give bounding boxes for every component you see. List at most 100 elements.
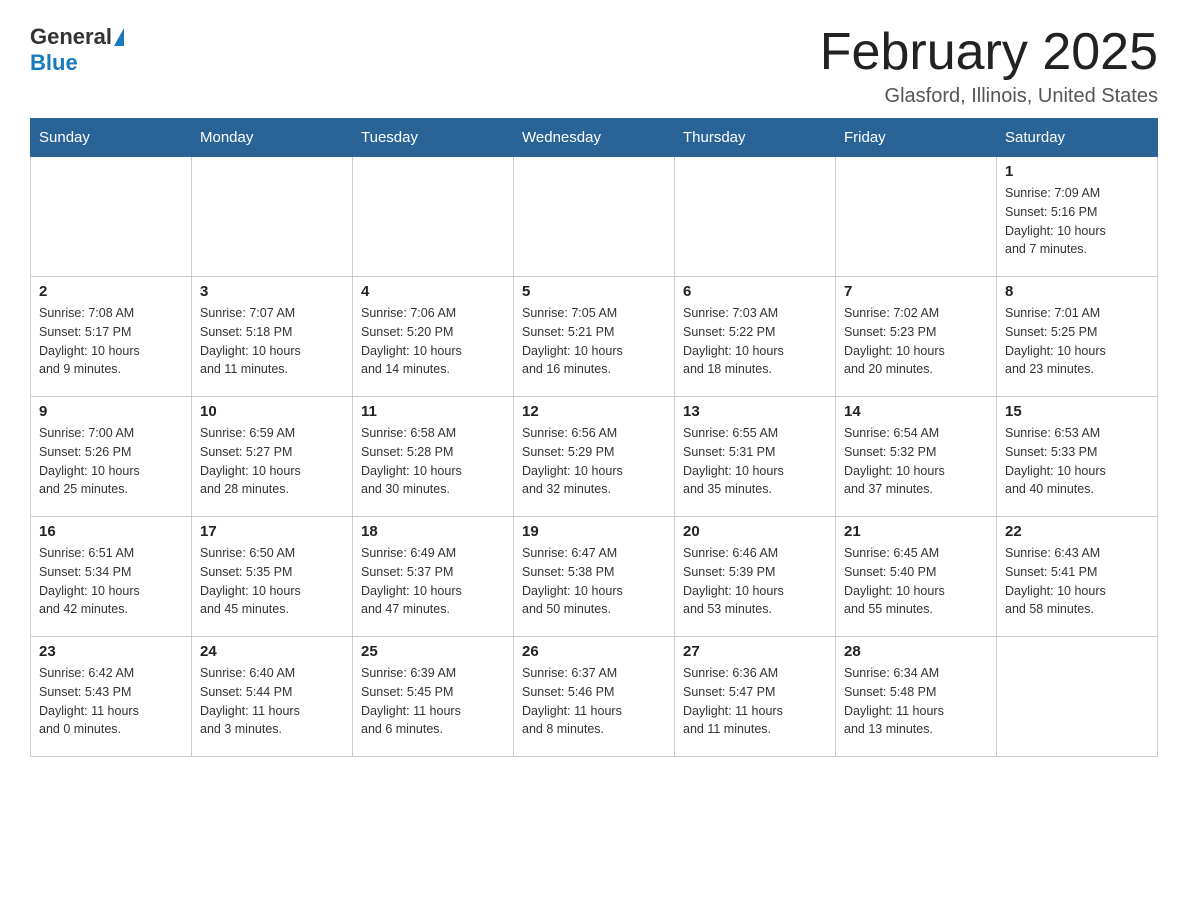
- calendar-cell: 26 Sunrise: 6:37 AM Sunset: 5:46 PM Dayli…: [514, 637, 675, 757]
- day-info: Sunrise: 6:45 AM Sunset: 5:40 PM Dayligh…: [844, 544, 988, 619]
- day-info: Sunrise: 7:00 AM Sunset: 5:26 PM Dayligh…: [39, 424, 183, 499]
- day-info: Sunrise: 6:53 AM Sunset: 5:33 PM Dayligh…: [1005, 424, 1149, 499]
- calendar-cell: 4 Sunrise: 7:06 AM Sunset: 5:20 PM Daylig…: [353, 277, 514, 397]
- day-header-sunday: Sunday: [31, 119, 192, 157]
- calendar-cell: 6 Sunrise: 7:03 AM Sunset: 5:22 PM Daylig…: [675, 277, 836, 397]
- calendar-cell: 24 Sunrise: 6:40 AM Sunset: 5:44 PM Dayli…: [192, 637, 353, 757]
- day-number: 26: [522, 643, 666, 660]
- day-info: Sunrise: 6:49 AM Sunset: 5:37 PM Dayligh…: [361, 544, 505, 619]
- calendar-cell: 5 Sunrise: 7:05 AM Sunset: 5:21 PM Daylig…: [514, 277, 675, 397]
- calendar-cell: 13 Sunrise: 6:55 AM Sunset: 5:31 PM Dayli…: [675, 397, 836, 517]
- week-row-3: 9 Sunrise: 7:00 AM Sunset: 5:26 PM Daylig…: [31, 397, 1158, 517]
- day-number: 27: [683, 643, 827, 660]
- calendar-cell: [353, 157, 514, 277]
- day-number: 19: [522, 523, 666, 540]
- calendar-cell: 8Sunrise: 7:01 AM Sunset: 5:25 PM Daylig…: [997, 277, 1158, 397]
- calendar-cell: 16 Sunrise: 6:51 AM Sunset: 5:34 PM Dayli…: [31, 517, 192, 637]
- day-number: 7: [844, 283, 988, 300]
- day-info: Sunrise: 7:07 AM Sunset: 5:18 PM Dayligh…: [200, 304, 344, 379]
- calendar-cell: [997, 637, 1158, 757]
- day-info: Sunrise: 6:42 AM Sunset: 5:43 PM Dayligh…: [39, 664, 183, 739]
- calendar-table: SundayMondayTuesdayWednesdayThursdayFrid…: [30, 118, 1158, 757]
- day-number: 20: [683, 523, 827, 540]
- day-number: 22: [1005, 523, 1149, 540]
- day-info: Sunrise: 6:51 AM Sunset: 5:34 PM Dayligh…: [39, 544, 183, 619]
- calendar-cell: 19Sunrise: 6:47 AM Sunset: 5:38 PM Dayli…: [514, 517, 675, 637]
- calendar-cell: 7 Sunrise: 7:02 AM Sunset: 5:23 PM Daylig…: [836, 277, 997, 397]
- calendar-cell: [514, 157, 675, 277]
- day-info: Sunrise: 6:58 AM Sunset: 5:28 PM Dayligh…: [361, 424, 505, 499]
- day-info: Sunrise: 6:55 AM Sunset: 5:31 PM Dayligh…: [683, 424, 827, 499]
- day-info: Sunrise: 7:06 AM Sunset: 5:20 PM Dayligh…: [361, 304, 505, 379]
- calendar-cell: 11 Sunrise: 6:58 AM Sunset: 5:28 PM Dayli…: [353, 397, 514, 517]
- calendar-cell: 28 Sunrise: 6:34 AM Sunset: 5:48 PM Dayli…: [836, 637, 997, 757]
- calendar-cell: 1 Sunrise: 7:09 AM Sunset: 5:16 PM Daylig…: [997, 157, 1158, 277]
- day-header-saturday: Saturday: [997, 119, 1158, 157]
- day-number: 6: [683, 283, 827, 300]
- day-info: Sunrise: 7:02 AM Sunset: 5:23 PM Dayligh…: [844, 304, 988, 379]
- logo-blue-text: Blue: [30, 50, 78, 76]
- day-number: 13: [683, 403, 827, 420]
- day-number: 10: [200, 403, 344, 420]
- calendar-cell: 17Sunrise: 6:50 AM Sunset: 5:35 PM Dayli…: [192, 517, 353, 637]
- calendar-header-row: SundayMondayTuesdayWednesdayThursdayFrid…: [31, 119, 1158, 157]
- day-info: Sunrise: 6:36 AM Sunset: 5:47 PM Dayligh…: [683, 664, 827, 739]
- day-number: 11: [361, 403, 505, 420]
- week-row-5: 23Sunrise: 6:42 AM Sunset: 5:43 PM Dayli…: [31, 637, 1158, 757]
- day-number: 28: [844, 643, 988, 660]
- day-number: 8: [1005, 283, 1149, 300]
- day-info: Sunrise: 7:03 AM Sunset: 5:22 PM Dayligh…: [683, 304, 827, 379]
- day-number: 3: [200, 283, 344, 300]
- day-header-thursday: Thursday: [675, 119, 836, 157]
- day-number: 4: [361, 283, 505, 300]
- day-header-friday: Friday: [836, 119, 997, 157]
- week-row-2: 2 Sunrise: 7:08 AM Sunset: 5:17 PM Daylig…: [31, 277, 1158, 397]
- logo-triangle-icon: [114, 28, 124, 46]
- calendar-cell: 25Sunrise: 6:39 AM Sunset: 5:45 PM Dayli…: [353, 637, 514, 757]
- calendar-cell: 15 Sunrise: 6:53 AM Sunset: 5:33 PM Dayli…: [997, 397, 1158, 517]
- day-info: Sunrise: 6:40 AM Sunset: 5:44 PM Dayligh…: [200, 664, 344, 739]
- month-title: February 2025: [820, 24, 1158, 81]
- day-header-monday: Monday: [192, 119, 353, 157]
- page-header: General Blue February 2025 Glasford, Ill…: [30, 24, 1158, 108]
- day-info: Sunrise: 7:08 AM Sunset: 5:17 PM Dayligh…: [39, 304, 183, 379]
- day-header-tuesday: Tuesday: [353, 119, 514, 157]
- day-info: Sunrise: 7:09 AM Sunset: 5:16 PM Dayligh…: [1005, 184, 1149, 259]
- day-info: Sunrise: 6:34 AM Sunset: 5:48 PM Dayligh…: [844, 664, 988, 739]
- day-number: 12: [522, 403, 666, 420]
- calendar-cell: [836, 157, 997, 277]
- day-number: 18: [361, 523, 505, 540]
- calendar-cell: 27 Sunrise: 6:36 AM Sunset: 5:47 PM Dayli…: [675, 637, 836, 757]
- day-number: 2: [39, 283, 183, 300]
- calendar-cell: 18 Sunrise: 6:49 AM Sunset: 5:37 PM Dayli…: [353, 517, 514, 637]
- location-text: Glasford, Illinois, United States: [820, 85, 1158, 108]
- calendar-cell: [192, 157, 353, 277]
- day-number: 14: [844, 403, 988, 420]
- calendar-cell: 20 Sunrise: 6:46 AM Sunset: 5:39 PM Dayli…: [675, 517, 836, 637]
- day-info: Sunrise: 7:05 AM Sunset: 5:21 PM Dayligh…: [522, 304, 666, 379]
- day-info: Sunrise: 6:39 AM Sunset: 5:45 PM Dayligh…: [361, 664, 505, 739]
- day-number: 9: [39, 403, 183, 420]
- day-info: Sunrise: 6:54 AM Sunset: 5:32 PM Dayligh…: [844, 424, 988, 499]
- calendar-cell: 2 Sunrise: 7:08 AM Sunset: 5:17 PM Daylig…: [31, 277, 192, 397]
- day-number: 5: [522, 283, 666, 300]
- day-info: Sunrise: 6:37 AM Sunset: 5:46 PM Dayligh…: [522, 664, 666, 739]
- week-row-1: 1 Sunrise: 7:09 AM Sunset: 5:16 PM Daylig…: [31, 157, 1158, 277]
- calendar-cell: 12Sunrise: 6:56 AM Sunset: 5:29 PM Dayli…: [514, 397, 675, 517]
- day-number: 24: [200, 643, 344, 660]
- calendar-cell: 21 Sunrise: 6:45 AM Sunset: 5:40 PM Dayli…: [836, 517, 997, 637]
- calendar-cell: [675, 157, 836, 277]
- day-number: 1: [1005, 163, 1149, 180]
- title-block: February 2025 Glasford, Illinois, United…: [820, 24, 1158, 108]
- day-number: 16: [39, 523, 183, 540]
- day-number: 15: [1005, 403, 1149, 420]
- day-header-wednesday: Wednesday: [514, 119, 675, 157]
- day-number: 21: [844, 523, 988, 540]
- day-info: Sunrise: 6:46 AM Sunset: 5:39 PM Dayligh…: [683, 544, 827, 619]
- day-info: Sunrise: 6:50 AM Sunset: 5:35 PM Dayligh…: [200, 544, 344, 619]
- logo: General Blue: [30, 24, 126, 76]
- calendar-cell: 3 Sunrise: 7:07 AM Sunset: 5:18 PM Daylig…: [192, 277, 353, 397]
- logo-general-text: General: [30, 24, 112, 50]
- calendar-cell: 22Sunrise: 6:43 AM Sunset: 5:41 PM Dayli…: [997, 517, 1158, 637]
- week-row-4: 16 Sunrise: 6:51 AM Sunset: 5:34 PM Dayli…: [31, 517, 1158, 637]
